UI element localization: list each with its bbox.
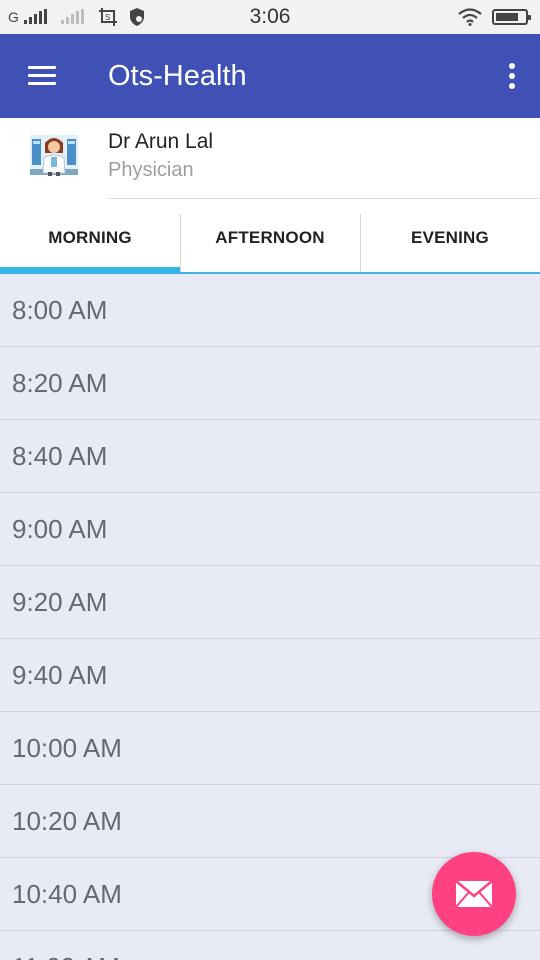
- battery-icon: [492, 9, 531, 25]
- message-fab-button[interactable]: [432, 852, 516, 936]
- status-left: G S: [8, 0, 146, 34]
- time-slot[interactable]: 9:20 AM: [0, 566, 540, 639]
- battery-level: [496, 13, 518, 21]
- time-slot[interactable]: 8:00 AM: [0, 274, 540, 347]
- status-right: [458, 0, 531, 34]
- tab-afternoon[interactable]: AFTERNOON: [180, 200, 360, 274]
- doctor-avatar-icon: [30, 135, 78, 176]
- time-slot[interactable]: 8:40 AM: [0, 420, 540, 493]
- doctor-divider: [108, 198, 540, 199]
- wifi-icon: [458, 8, 482, 26]
- app-title: Ots-Health: [108, 60, 247, 92]
- tab-evening[interactable]: EVENING: [360, 200, 540, 274]
- time-slot[interactable]: 8:20 AM: [0, 347, 540, 420]
- doctor-name: Dr Arun Lal: [108, 130, 214, 153]
- doctor-header: Dr Arun Lal Physician: [0, 118, 540, 200]
- time-slot[interactable]: 10:00 AM: [0, 712, 540, 785]
- screenshot-icon: S: [98, 8, 117, 26]
- time-slot[interactable]: 11:00 AM: [0, 931, 540, 960]
- more-vert-icon[interactable]: [504, 56, 520, 96]
- signal-secondary-icon: [60, 9, 84, 24]
- hamburger-icon[interactable]: [22, 56, 62, 96]
- svg-text:S: S: [105, 13, 110, 22]
- tab-morning[interactable]: MORNING: [0, 200, 180, 274]
- signal-icon: [23, 9, 47, 24]
- shield-icon: [129, 8, 144, 26]
- time-slot[interactable]: 9:00 AM: [0, 493, 540, 566]
- time-slot[interactable]: 9:40 AM: [0, 639, 540, 712]
- network-type: G: [8, 9, 19, 25]
- time-slot[interactable]: 10:20 AM: [0, 785, 540, 858]
- mail-icon: [455, 880, 493, 908]
- status-bar: G S 3:06: [0, 0, 540, 34]
- session-tabs: MORNING AFTERNOON EVENING: [0, 200, 540, 274]
- doctor-role: Physician: [108, 159, 194, 181]
- app-bar: Ots-Health: [0, 34, 540, 118]
